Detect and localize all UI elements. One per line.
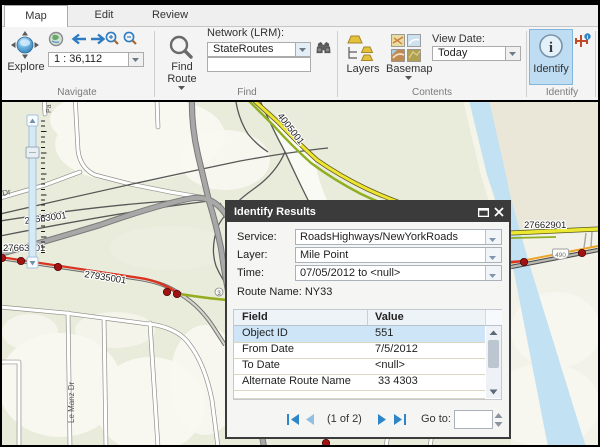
svg-text:27663101: 27663101 — [3, 243, 45, 254]
svg-text:i: i — [549, 40, 553, 56]
svg-text:Le Manz Dr: Le Manz Dr — [67, 381, 76, 423]
svg-text:27662901: 27662901 — [524, 220, 566, 231]
svg-text:490: 490 — [555, 252, 566, 259]
svg-text:Pa: Pa — [46, 104, 53, 113]
